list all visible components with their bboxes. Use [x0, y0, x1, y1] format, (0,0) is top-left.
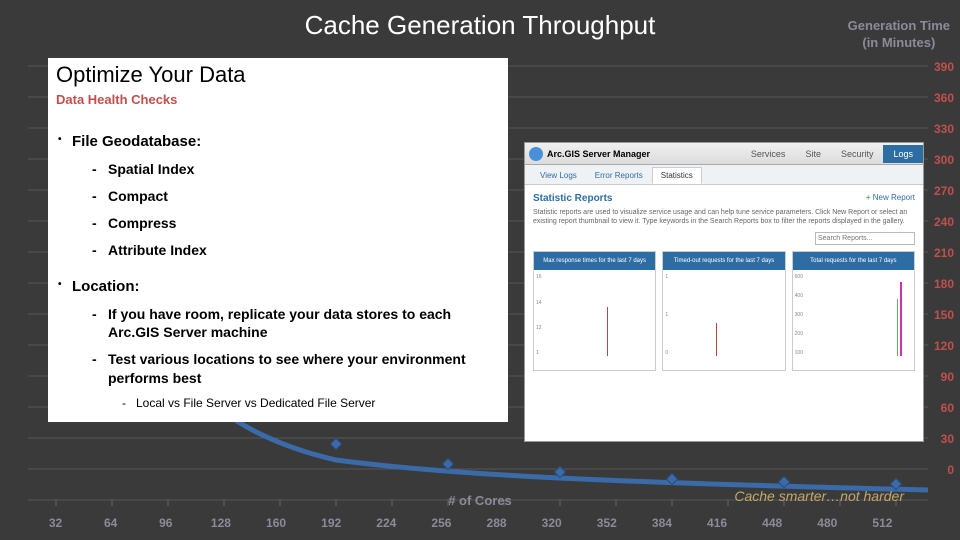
- tab-statistics[interactable]: Statistics: [652, 167, 702, 184]
- app-title: Arc.GIS Server Manager: [547, 149, 741, 159]
- chart-title: Cache Generation Throughput: [0, 10, 960, 41]
- list-item: Compact: [108, 187, 500, 206]
- list-item: Compress: [108, 214, 500, 233]
- tab-error-reports[interactable]: Error Reports: [586, 167, 652, 184]
- card-title: Total requests for the last 7 days: [793, 252, 914, 270]
- report-card[interactable]: Timed-out requests for the last 7 days 1…: [662, 251, 785, 371]
- y-axis-title: Generation Time(in Minutes): [848, 18, 950, 52]
- nav-site[interactable]: Site: [795, 145, 831, 163]
- section-title: Statistic Reports: [533, 193, 915, 204]
- slide-subtitle: Data Health Checks: [56, 92, 500, 107]
- nav-services[interactable]: Services: [741, 145, 796, 163]
- list-item: Spatial Index: [108, 160, 500, 179]
- slide-title: Optimize Your Data: [56, 62, 500, 88]
- list-item: Test various locations to see where your…: [108, 350, 500, 388]
- tagline: Cache smarter…not harder: [734, 488, 904, 504]
- list-sub-item: Local vs File Server vs Dedicated File S…: [136, 396, 500, 410]
- tab-view-logs[interactable]: View Logs: [531, 167, 586, 184]
- list-item: Attribute Index: [108, 241, 500, 260]
- nav-logs[interactable]: Logs: [883, 145, 923, 163]
- x-tick-labels: 3264 96128 160192 224256 288320 352384 4…: [28, 516, 910, 530]
- app-header: Arc.GIS Server Manager Services Site Sec…: [525, 143, 923, 165]
- card-title: Max response times for the last 7 days: [534, 252, 655, 270]
- list-item: If you have room, replicate your data st…: [108, 305, 500, 343]
- section-location: Location:: [72, 278, 500, 295]
- card-title: Timed-out requests for the last 7 days: [663, 252, 784, 270]
- section-file-geodatabase: File Geodatabase:: [72, 133, 500, 150]
- report-card[interactable]: Max response times for the last 7 days 1…: [533, 251, 656, 371]
- section-description: Statistic reports are used to visualize …: [533, 208, 915, 226]
- tab-bar: View Logs Error Reports Statistics: [525, 165, 923, 185]
- search-reports-input[interactable]: [815, 232, 915, 245]
- nav-security[interactable]: Security: [831, 145, 884, 163]
- y-tick-labels: 390 360 330 300 270 240 210 180 150 120 …: [934, 60, 954, 494]
- app-logo-icon: [529, 147, 543, 161]
- arcgis-manager-screenshot: Arc.GIS Server Manager Services Site Sec…: [524, 142, 924, 442]
- new-report-link[interactable]: New Report: [866, 193, 915, 202]
- report-card[interactable]: Total requests for the last 7 days 50040…: [792, 251, 915, 371]
- slide-content: Optimize Your Data Data Health Checks Fi…: [48, 58, 508, 422]
